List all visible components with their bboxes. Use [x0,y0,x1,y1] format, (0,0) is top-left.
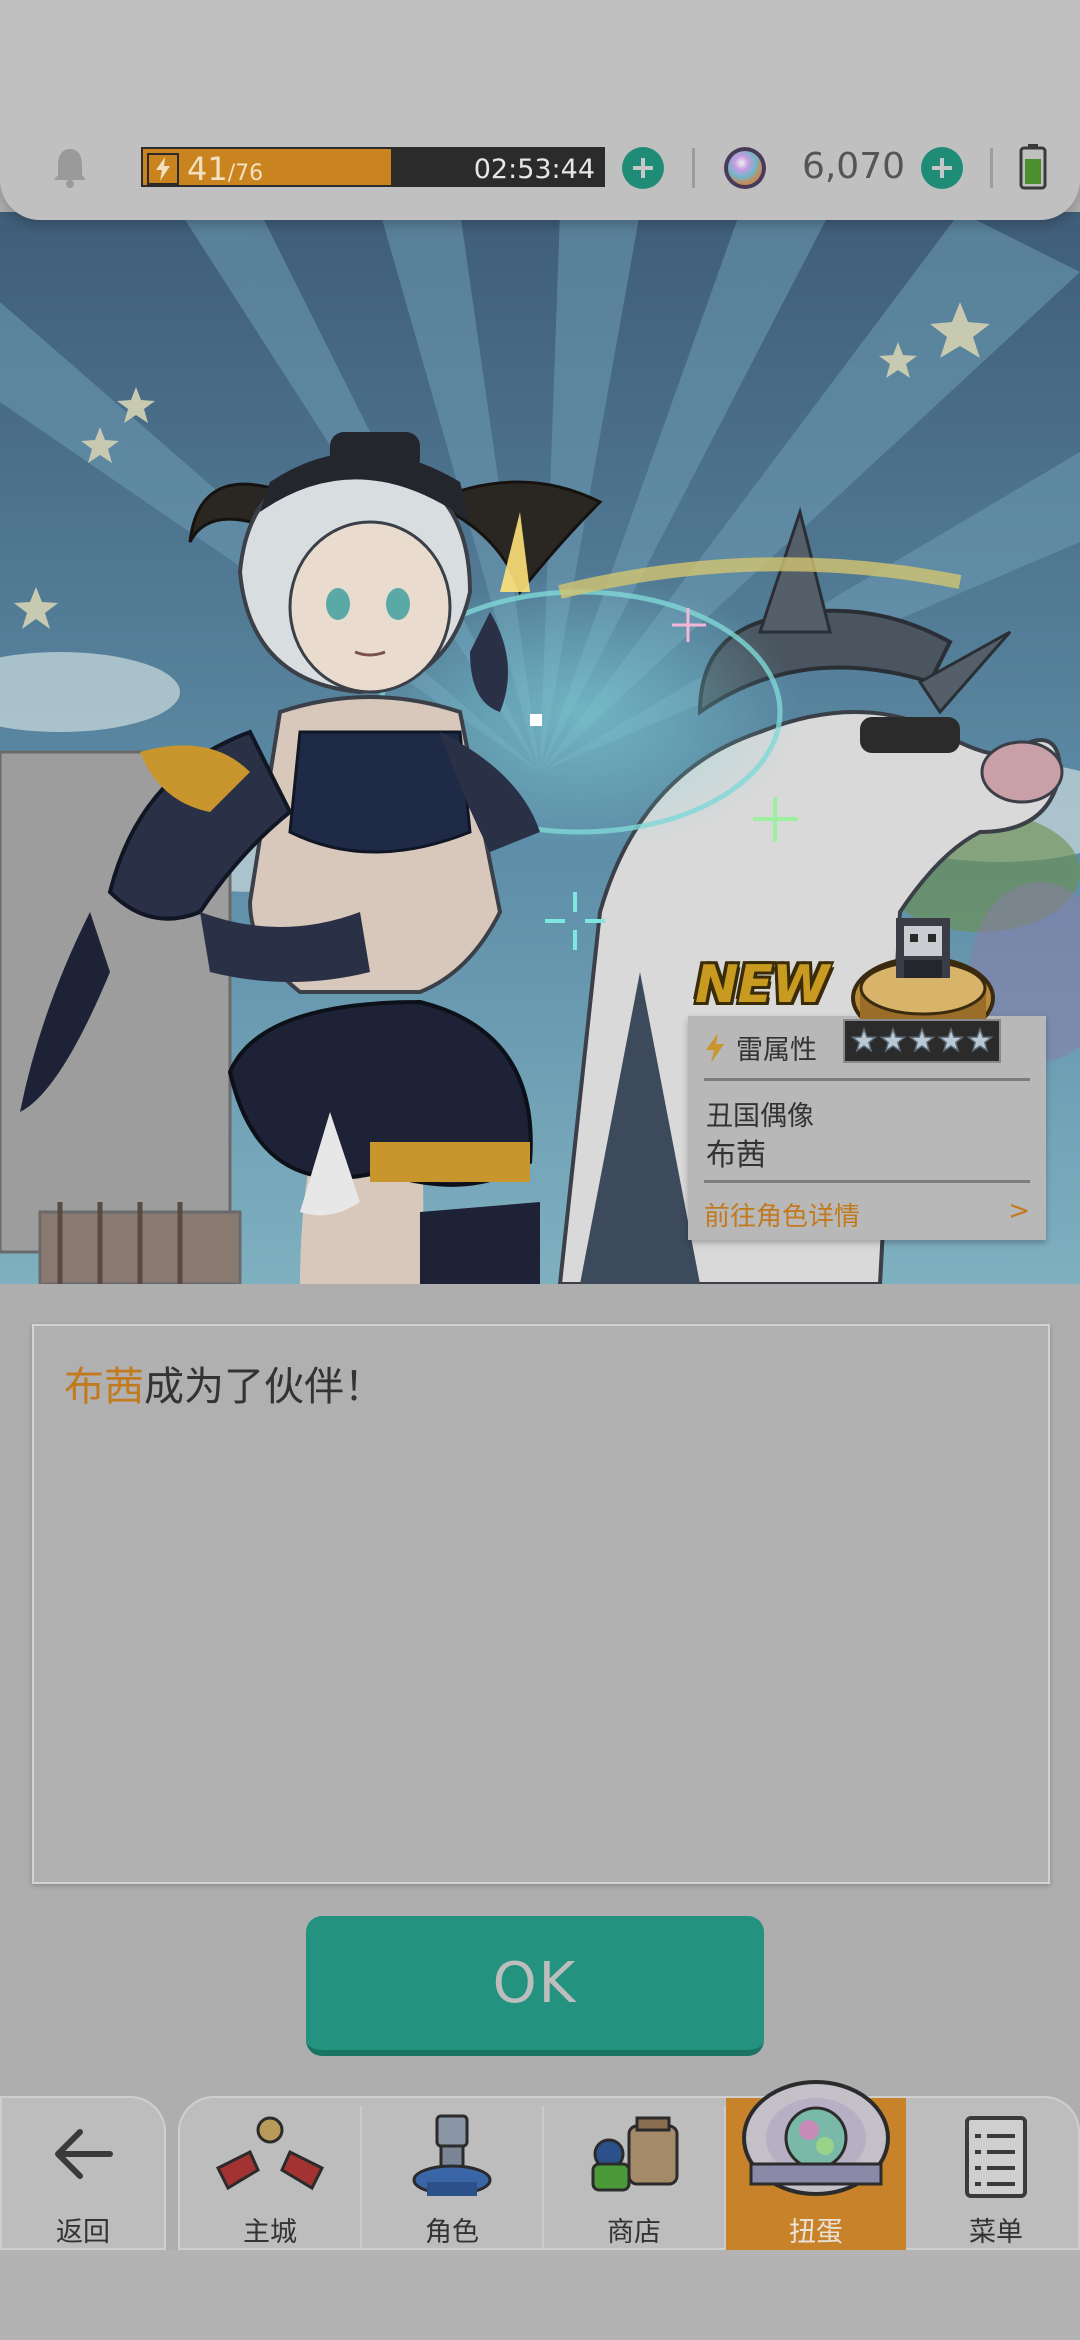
message-character-name: 布茜 [64,1364,144,1410]
system-bar-area [0,2250,1080,2340]
back-button[interactable]: 返回 [0,2096,166,2250]
gem-count: 6,070 [801,146,905,187]
nav-item-character[interactable]: 角色 [362,2098,542,2252]
new-badge: NEW [695,955,829,1015]
message-text: 布茜成为了伙伴！ [64,1364,384,1410]
lightning-icon [706,1032,724,1063]
character-detail-link[interactable]: 前往角色详情 > [704,1196,1030,1233]
nav-item-gacha[interactable]: 扭蛋 [726,2080,906,2252]
ok-button[interactable]: OK [306,1916,764,2056]
stamina-bolt-icon [147,153,179,185]
top-status-bar: 41/76 02:53:44 6,070 [0,0,1080,220]
divider [704,1180,1030,1183]
back-arrow-icon [55,2129,113,2179]
divider [704,1078,1030,1081]
nav-item-castle[interactable]: 主城 [180,2098,360,2252]
attribute-label: 雷属性 [704,1028,817,1067]
character-icon [412,2114,492,2196]
stamina-timer: 02:53:44 [473,154,595,185]
message-box: 布茜成为了伙伴！ [32,1324,1050,1884]
nav-item-shop[interactable]: 商店 [544,2098,724,2252]
rarity-stars [843,1019,1001,1063]
divider [692,148,695,188]
character-title: 丑国偶像 [706,1101,814,1132]
add-gems-button[interactable] [921,147,963,189]
plus-icon [633,158,653,178]
stamina-bar: 41/76 02:53:44 [141,147,605,188]
add-stamina-button[interactable] [622,147,664,189]
character-name: 布茜 [706,1138,766,1173]
nav-item-menu[interactable]: 菜单 [906,2098,1080,2252]
menu-icon [965,2116,1027,2198]
stamina-value: 41/76 [187,150,264,188]
battery-icon [1019,144,1047,190]
bell-icon[interactable] [50,145,90,189]
plus-icon [932,158,952,178]
gem-icon [724,147,766,189]
stamina-fill [143,149,392,185]
nav-tabs: 主城 角色 商店 扭蛋 菜单 [178,2080,1080,2252]
bottom-navigation: 返回 主城 角色 商店 扭蛋 菜单 [0,2080,1080,2252]
gacha-icon [742,2080,890,2196]
divider [990,148,993,188]
castle-icon [215,2116,325,2191]
back-label: 返回 [56,2217,110,2248]
shop-icon [591,2116,679,2192]
